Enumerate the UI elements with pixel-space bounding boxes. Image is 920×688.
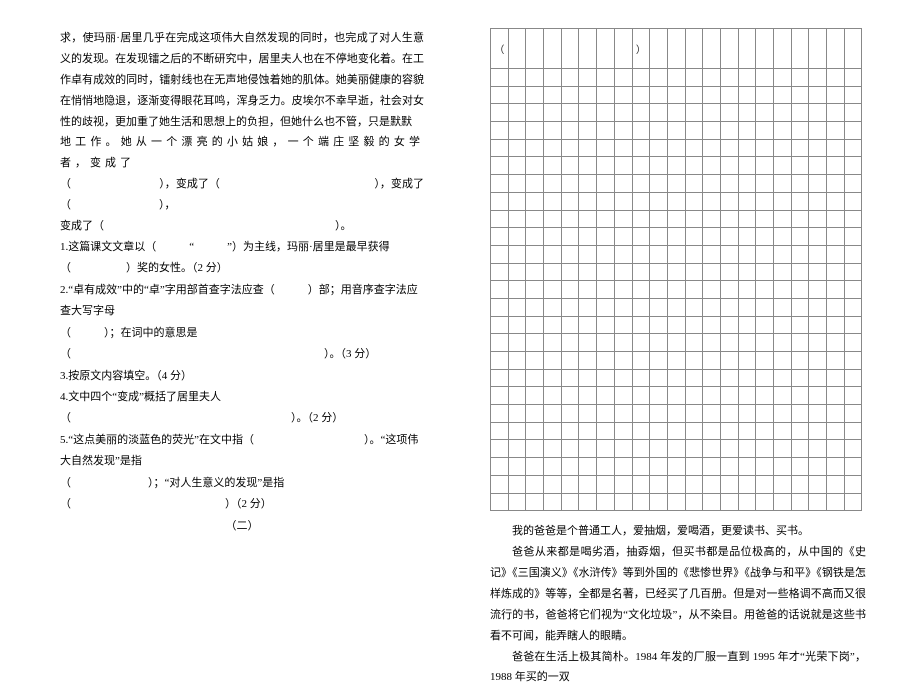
section-2-heading: （二）: [60, 516, 424, 537]
passage-text-1: 求，使玛丽·居里几乎在完成这项伟大自然发现的同时，也完成了对人生意义的发现。在发…: [60, 28, 424, 132]
left-column: 求，使玛丽·居里几乎在完成这项伟大自然发现的同时，也完成了对人生意义的发现。在发…: [0, 0, 460, 637]
passage2-p2: 爸爸从来都是喝劣酒，抽孬烟，但买书都是品位极高的，从中国的《史记》《三国演义》《…: [490, 542, 866, 646]
passage2-p3: 爸爸在生活上极其简朴。1984 年发的厂服一直到 1995 年才“光荣下岗”，1…: [490, 647, 866, 688]
question-5b: （ ）；“对人生意义的发现”是指（ ）（2 分）: [60, 473, 424, 516]
passage-text-2: 地工作。她从一个漂亮的小姑娘，一个端庄坚毅的女学者，变成了: [60, 132, 424, 174]
passage-blank-4: 变成了（ ）。: [60, 216, 424, 237]
answer-grid: （）: [490, 28, 862, 511]
question-3: 3.按原文内容填空。（4 分）: [60, 366, 424, 387]
passage-blank-3: （ ），变成了（ ），变成了（ ），: [60, 174, 424, 216]
question-5a: 5.“这点美丽的淡蓝色的荧光”在文中指（ ）。“这项伟大自然发现”是指: [60, 430, 424, 473]
question-2a: 2.“卓有成效”中的“卓”字用部首查字法应查（ ）部；用音序查字法应查大写字母: [60, 280, 424, 323]
question-1: 1.这篇课文文章以（ “ ”）为主线，玛丽·居里是最早获得（ ）奖的女性。（2 …: [60, 237, 424, 280]
right-column: （） 我的爸爸是个普通工人，爱抽烟，爱喝酒，更爱读书、买书。 爸爸从来都是喝劣酒…: [460, 0, 920, 637]
question-2b: （ ）；在词中的意思是（ ）。（3 分）: [60, 323, 424, 366]
question-4: 4.文中四个“变成”概括了居里夫人（ ）。（2 分）: [60, 387, 424, 430]
passage2-p1: 我的爸爸是个普通工人，爱抽烟，爱喝酒，更爱读书、买书。: [490, 521, 866, 542]
